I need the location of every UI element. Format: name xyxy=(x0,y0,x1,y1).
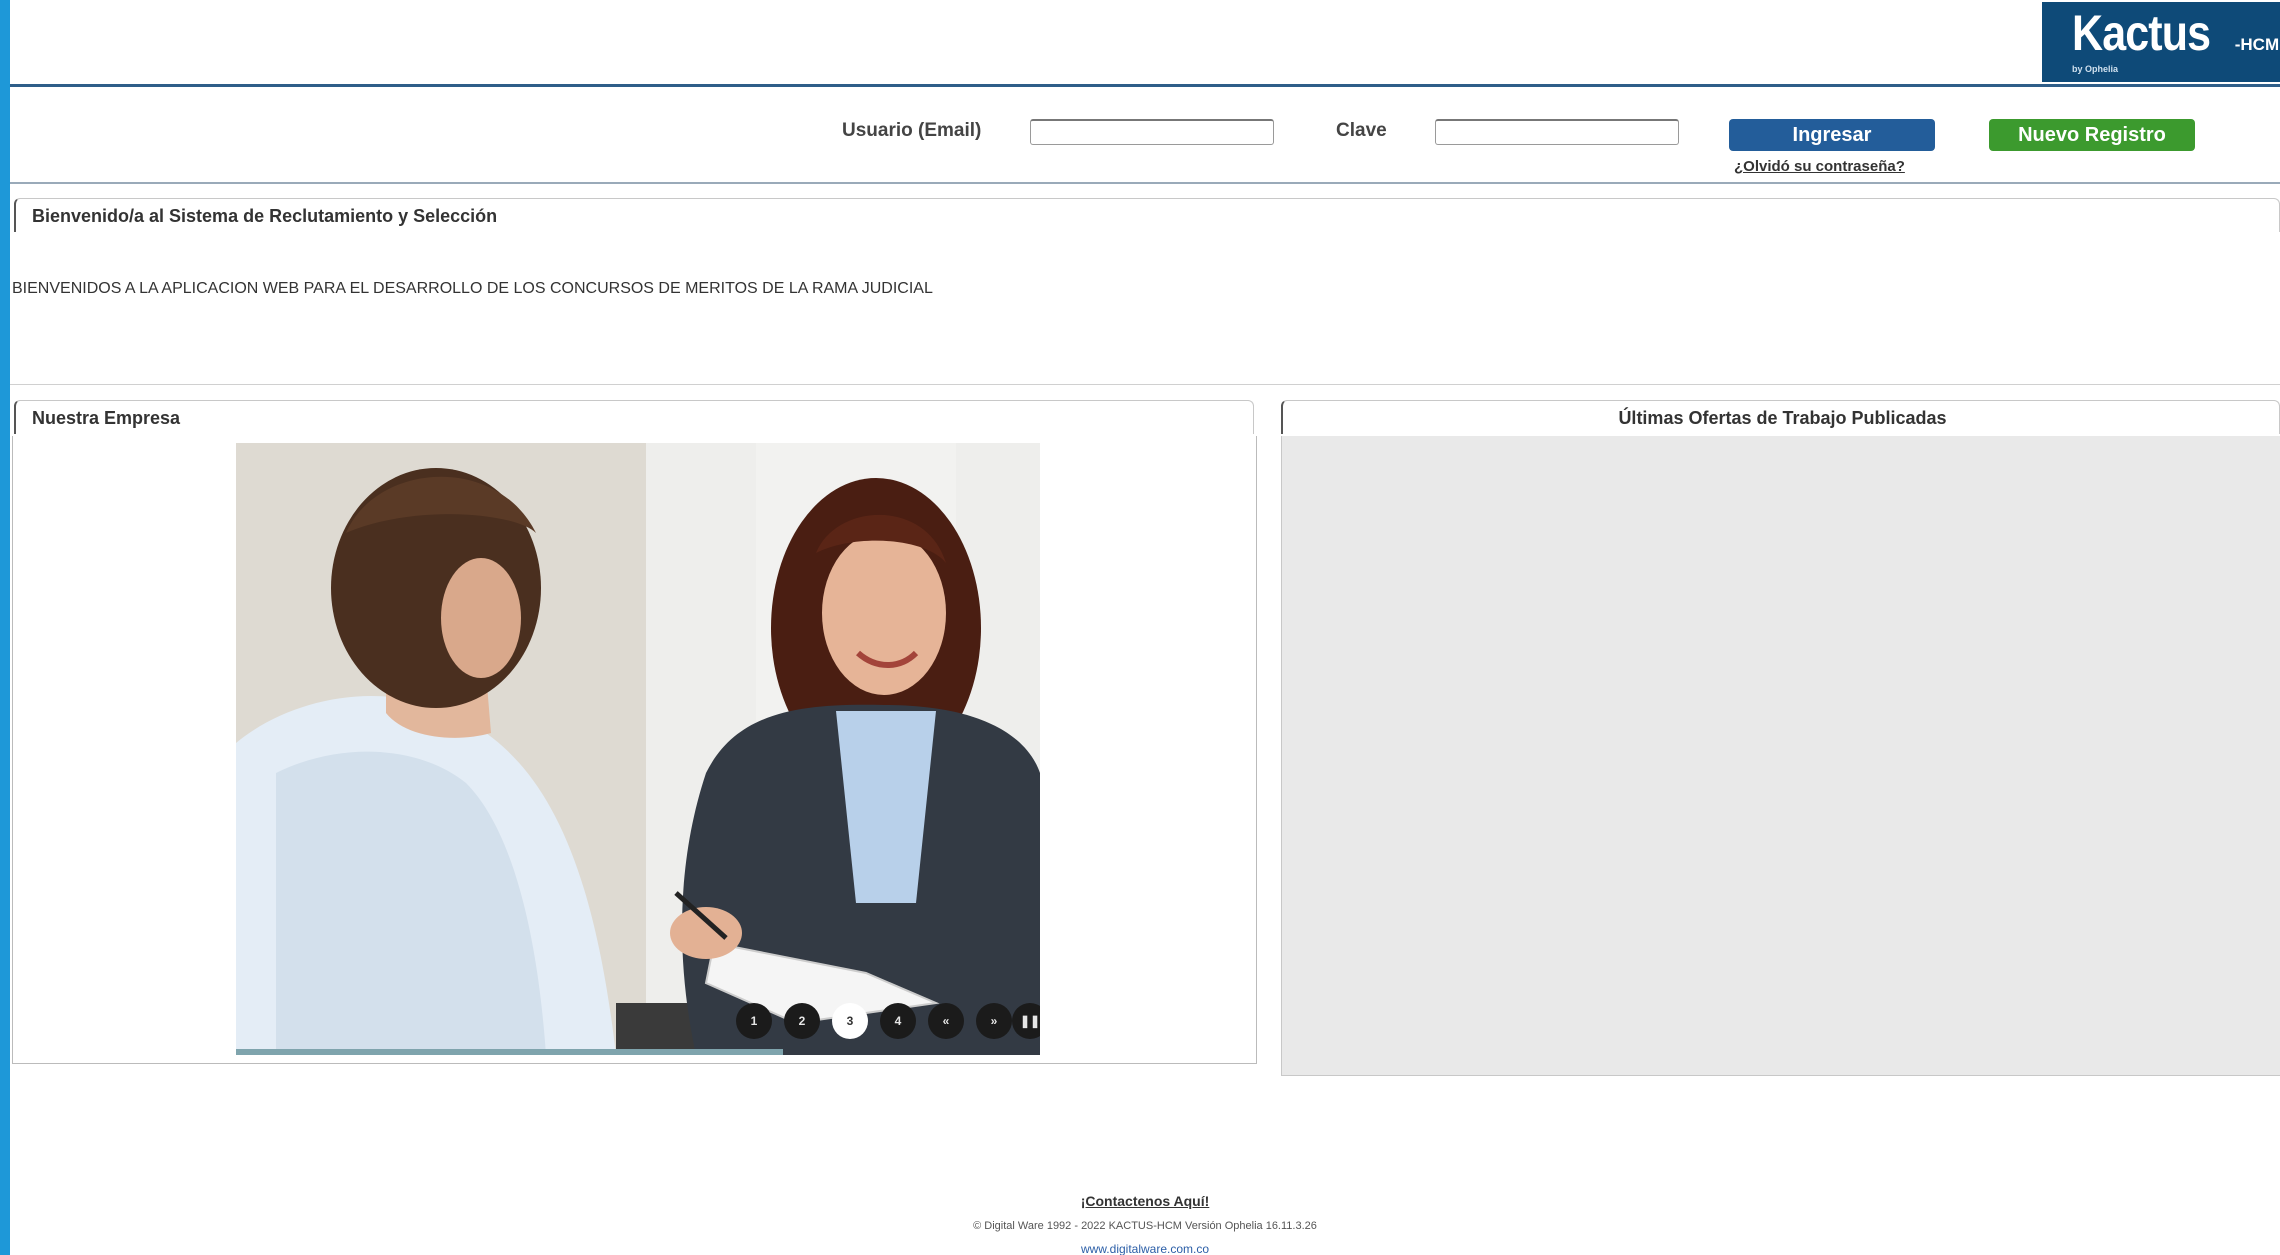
company-title: Nuestra Empresa xyxy=(32,408,181,428)
slide-button-4[interactable]: 4 xyxy=(880,1003,916,1039)
login-button[interactable]: Ingresar xyxy=(1729,119,1935,151)
password-label: Clave xyxy=(1336,120,1387,141)
company-carousel[interactable]: 1 2 3 4 « » ❚❚ xyxy=(236,443,1040,1055)
next-slide-icon[interactable]: » xyxy=(976,1003,1012,1039)
company-header: Nuestra Empresa xyxy=(14,400,1254,434)
login-bar: Usuario (Email) Clave Ingresar ¿Olvidó s… xyxy=(10,87,2280,184)
page: Kactus -HCM by Ophelia Usuario (Email) Cl… xyxy=(10,0,2280,1255)
carousel-pager: 1 2 3 4 « » ❚❚ xyxy=(236,443,1040,1055)
welcome-text: BIENVENIDOS A LA APLICACION WEB PARA EL … xyxy=(12,280,933,297)
logo-text: Kactus xyxy=(2072,5,2211,61)
kactus-logo: Kactus -HCM by Ophelia xyxy=(2042,2,2280,82)
welcome-panel: BIENVENIDOS A LA APLICACION WEB PARA EL … xyxy=(10,232,2280,385)
logo-subtitle: by Ophelia xyxy=(2072,64,2119,74)
forgot-password-link[interactable]: ¿Olvidó su contraseña? xyxy=(1734,158,1905,175)
company-url-link[interactable]: www.digitalware.com.co xyxy=(10,1242,2280,1255)
slide-button-2[interactable]: 2 xyxy=(784,1003,820,1039)
new-register-button[interactable]: Nuevo Registro xyxy=(1989,119,2195,151)
user-email-input[interactable] xyxy=(1030,119,1274,145)
copyright-text: © Digital Ware 1992 - 2022 KACTUS-HCM Ve… xyxy=(973,1220,1317,1232)
pause-icon[interactable]: ❚❚ xyxy=(1012,1003,1040,1039)
top-header: Kactus -HCM by Ophelia xyxy=(10,0,2280,87)
logo-suffix: -HCM xyxy=(2234,35,2280,54)
welcome-header: Bienvenido/a al Sistema de Reclutamiento… xyxy=(14,198,2280,232)
contact-link[interactable]: ¡Contactenos Aquí! xyxy=(10,1193,2280,1209)
offers-panel xyxy=(1281,436,2280,1076)
offers-header: Últimas Ofertas de Trabajo Publicadas xyxy=(1281,400,2280,434)
user-label: Usuario (Email) xyxy=(842,120,982,141)
slide-button-1[interactable]: 1 xyxy=(736,1003,772,1039)
prev-slide-icon[interactable]: « xyxy=(928,1003,964,1039)
slide-button-3[interactable]: 3 xyxy=(832,1003,868,1039)
offers-title: Últimas Ofertas de Trabajo Publicadas xyxy=(1618,408,1947,428)
welcome-title: Bienvenido/a al Sistema de Reclutamiento… xyxy=(32,206,498,226)
password-input[interactable] xyxy=(1435,119,1679,145)
